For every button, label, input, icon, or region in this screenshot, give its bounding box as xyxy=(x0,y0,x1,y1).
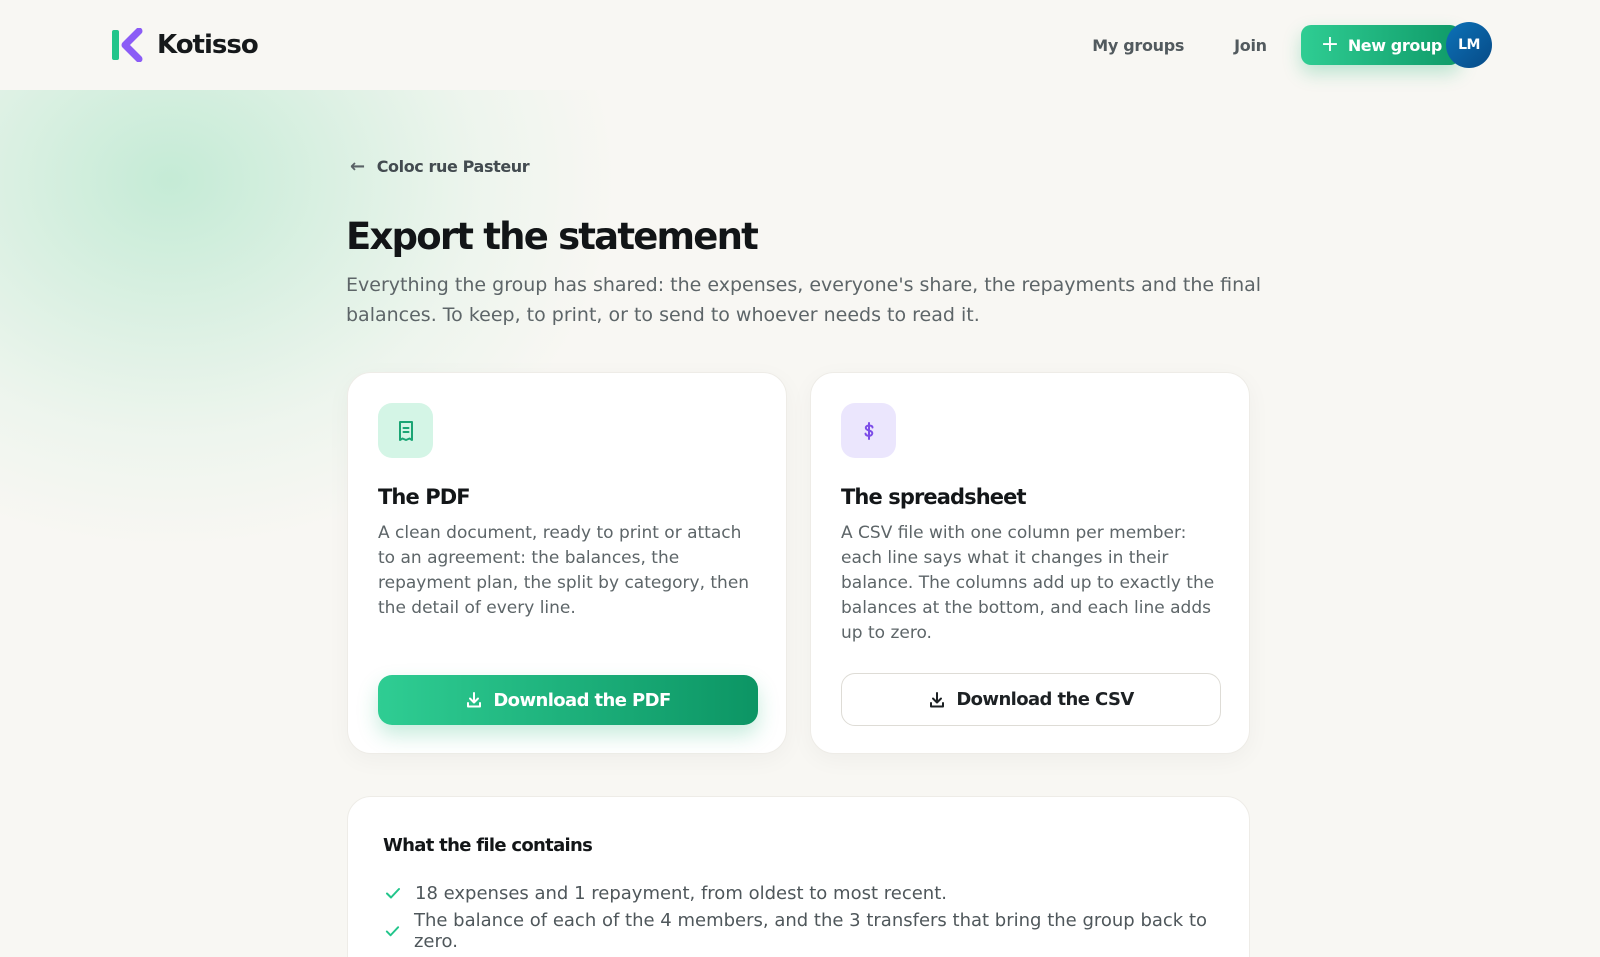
brand-name: Kotisso xyxy=(157,30,259,60)
receipt-icon xyxy=(378,403,433,458)
arrow-left-icon: ← xyxy=(350,156,365,177)
breadcrumb-back-link[interactable]: ← Coloc rue Pasteur xyxy=(350,156,1252,177)
check-icon xyxy=(385,926,400,937)
top-bar: Kotisso My groups Join + New group LM xyxy=(0,0,1600,90)
avatar[interactable]: LM xyxy=(1446,22,1492,68)
list-item-text: 18 expenses and 1 repayment, from oldest… xyxy=(415,882,947,904)
dollar-icon xyxy=(841,403,896,458)
csv-card: The spreadsheet A CSV file with one colu… xyxy=(810,372,1250,754)
download-icon xyxy=(930,691,945,707)
nav-join[interactable]: Join xyxy=(1234,36,1267,55)
list-item: 18 expenses and 1 repayment, from oldest… xyxy=(383,874,1213,912)
pdf-card: The PDF A clean document, ready to print… xyxy=(347,372,787,754)
download-icon xyxy=(467,692,482,708)
main-nav: My groups Join + New group xyxy=(1092,25,1460,65)
kotisso-logo-icon xyxy=(112,28,143,62)
export-options: The PDF A clean document, ready to print… xyxy=(347,372,1250,754)
file-contents-list: 18 expenses and 1 repayment, from oldest… xyxy=(383,874,1213,952)
list-item-text: The balance of each of the 4 members, an… xyxy=(413,910,1208,952)
file-contents-panel: What the file contains 18 expenses and 1… xyxy=(347,796,1250,957)
file-contents-title: What the file contains xyxy=(383,835,593,856)
list-item: The balance of each of the 4 members, an… xyxy=(383,910,1213,952)
new-group-button[interactable]: + New group xyxy=(1300,25,1460,65)
nav-my-groups[interactable]: My groups xyxy=(1092,36,1184,55)
pdf-card-title: The PDF xyxy=(378,485,471,509)
csv-card-text: A CSV file with one column per member: e… xyxy=(841,523,1215,643)
breadcrumb-label: Coloc rue Pasteur xyxy=(376,157,530,176)
download-pdf-button[interactable]: Download the PDF xyxy=(378,675,758,725)
check-icon xyxy=(386,888,400,899)
pdf-card-text: A clean document, ready to print or atta… xyxy=(378,523,750,618)
main-content: ← Coloc rue Pasteur Export the statement… xyxy=(346,156,1261,957)
download-pdf-label: Download the PDF xyxy=(493,689,671,711)
download-csv-label: Download the CSV xyxy=(956,689,1134,710)
page-title: Export the statement xyxy=(346,215,759,258)
plus-icon: + xyxy=(1320,32,1339,57)
page-description: Everything the group has shared: the exp… xyxy=(346,274,1262,326)
csv-card-title: The spreadsheet xyxy=(841,485,1027,509)
download-csv-button[interactable]: Download the CSV xyxy=(841,673,1221,726)
new-group-label: New group xyxy=(1347,35,1443,55)
logo[interactable]: Kotisso xyxy=(111,28,259,62)
